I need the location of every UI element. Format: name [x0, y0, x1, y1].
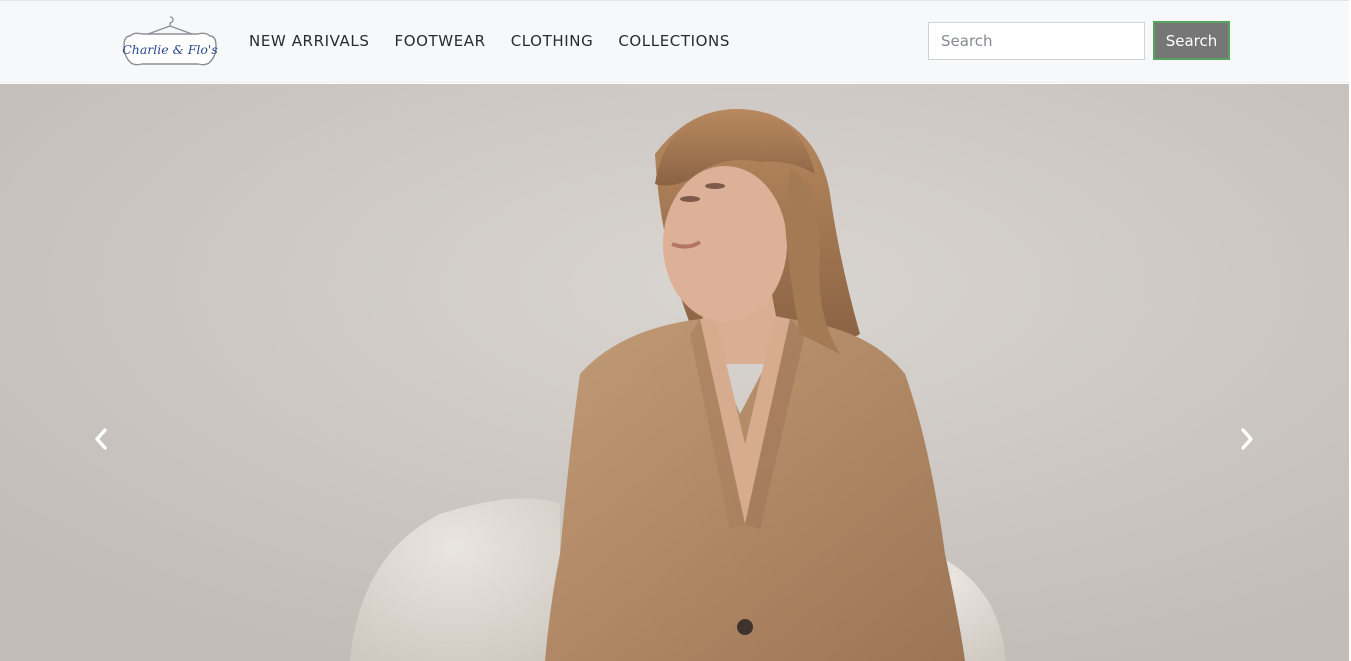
main-nav: NEW ARRIVALS FOOTWEAR CLOTHING COLLECTIO… — [249, 31, 730, 51]
nav-item-new-arrivals[interactable]: NEW ARRIVALS — [249, 31, 369, 51]
search-input[interactable] — [928, 22, 1145, 60]
carousel-next-button[interactable] — [1232, 424, 1262, 454]
nav-item-collections[interactable]: COLLECTIONS — [618, 31, 730, 51]
nav-item-clothing[interactable]: CLOTHING — [511, 31, 594, 51]
chevron-left-icon — [95, 428, 107, 450]
search-button[interactable]: Search — [1153, 21, 1230, 60]
chevron-right-icon — [1241, 428, 1253, 450]
hero-image — [0, 84, 1349, 661]
navbar: Charlie & Flo's NEW ARRIVALS FOOTWEAR CL… — [0, 0, 1351, 83]
logo-image: Charlie & Flo's — [122, 16, 218, 66]
nav-item-footwear[interactable]: FOOTWEAR — [394, 31, 485, 51]
brand-logo[interactable]: Charlie & Flo's — [120, 14, 220, 68]
carousel-prev-button[interactable] — [86, 424, 116, 454]
hero-carousel — [0, 84, 1349, 661]
logo-text: Charlie & Flo's — [122, 42, 218, 57]
